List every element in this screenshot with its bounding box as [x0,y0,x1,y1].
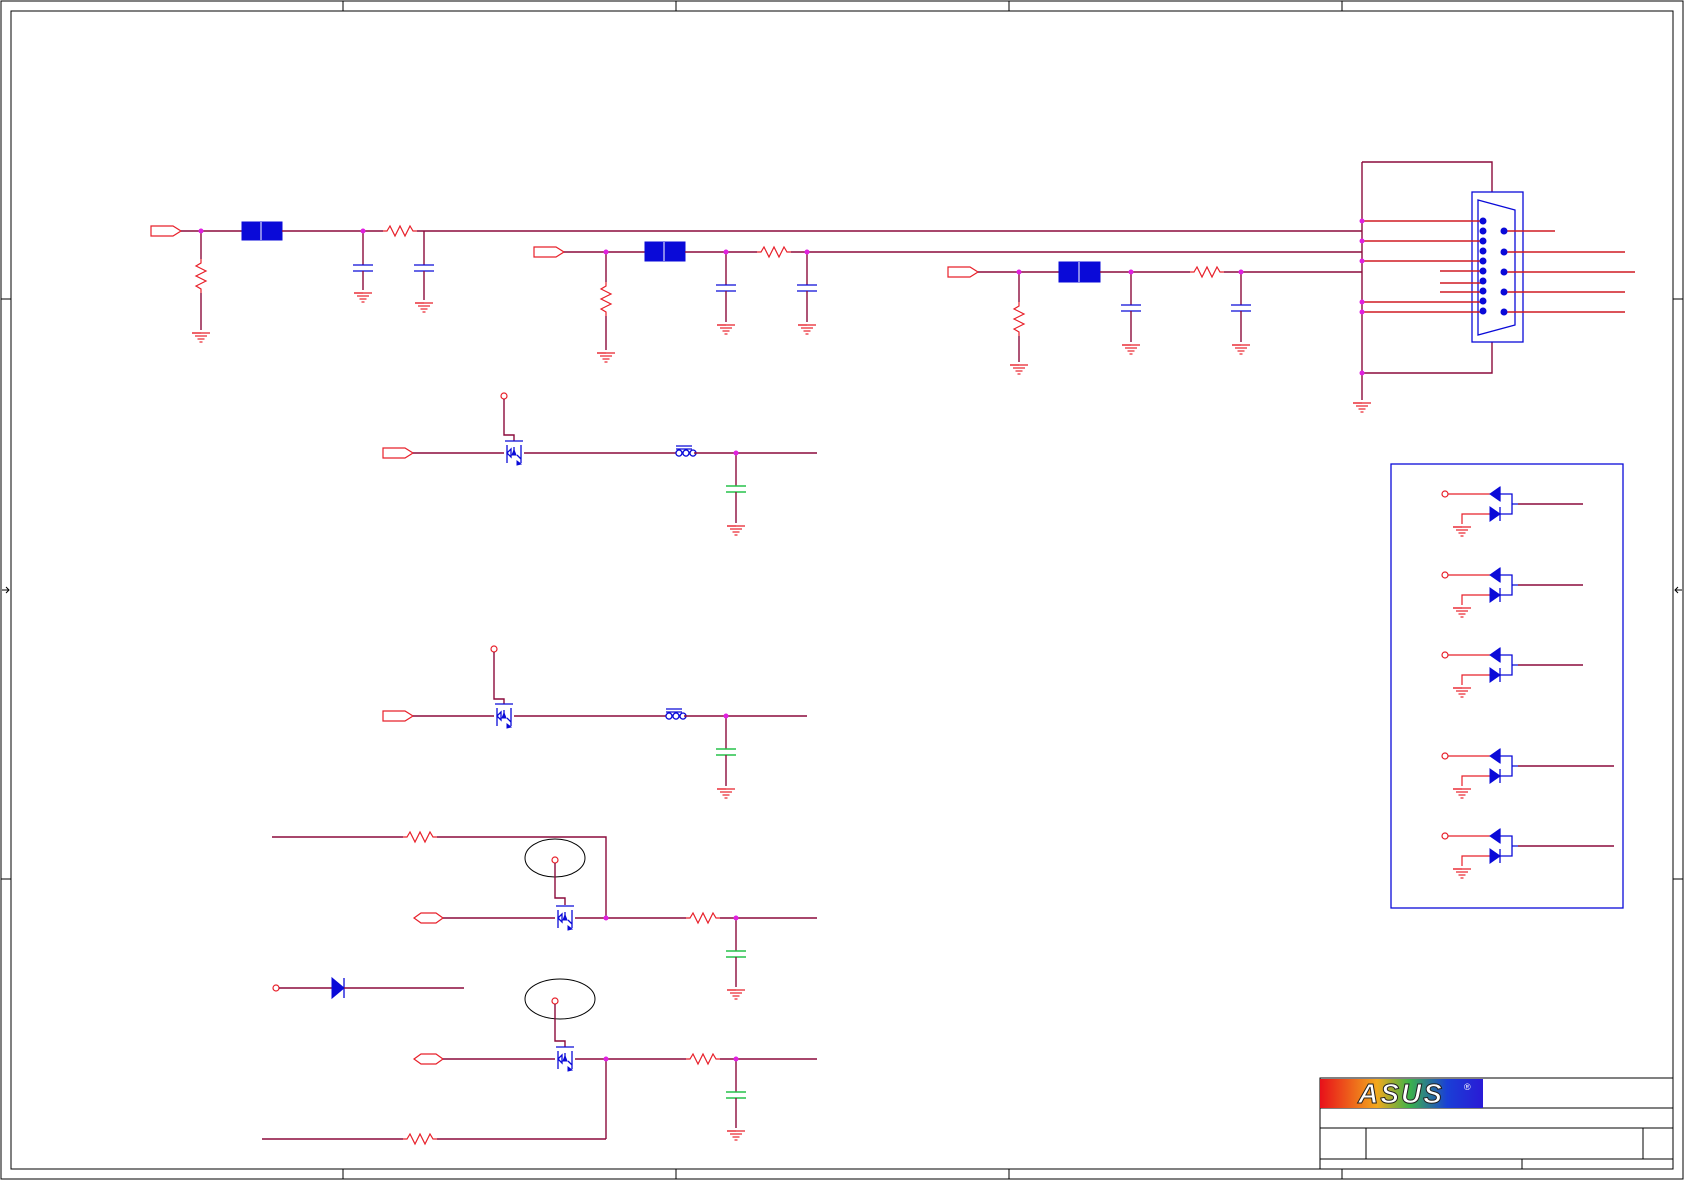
sync-buffer-2 [382,645,807,799]
esd-protection-block [1390,463,1624,909]
ferrite-bead-1 [241,221,283,241]
vga-connector [1352,161,1635,413]
title-block: ASUS ® [1319,1077,1674,1170]
filter-channel-2 [533,241,1362,363]
logo-text: ASUS [1357,1078,1444,1109]
drawing-frame [0,0,1684,1180]
esd-cell-3 [1441,647,1583,698]
diode-line [272,976,464,1000]
ddc-shifter-1 [272,831,817,1000]
logo-registered-mark: ® [1464,1082,1471,1092]
sync-buffer-1 [382,392,817,536]
filter-channel-3 [947,261,1362,375]
filter-channel-1 [150,221,1362,343]
schematic-sheet: ASUS ® [0,0,1684,1180]
asus-logo: ASUS ® [1320,1078,1483,1110]
esd-cell-5 [1441,828,1614,879]
ferrite-bead-2 [644,241,686,262]
ddc-shifter-2 [262,978,817,1145]
esd-cell-1 [1441,486,1583,537]
esd-cell-2 [1441,567,1583,618]
esd-cell-4 [1441,748,1614,799]
